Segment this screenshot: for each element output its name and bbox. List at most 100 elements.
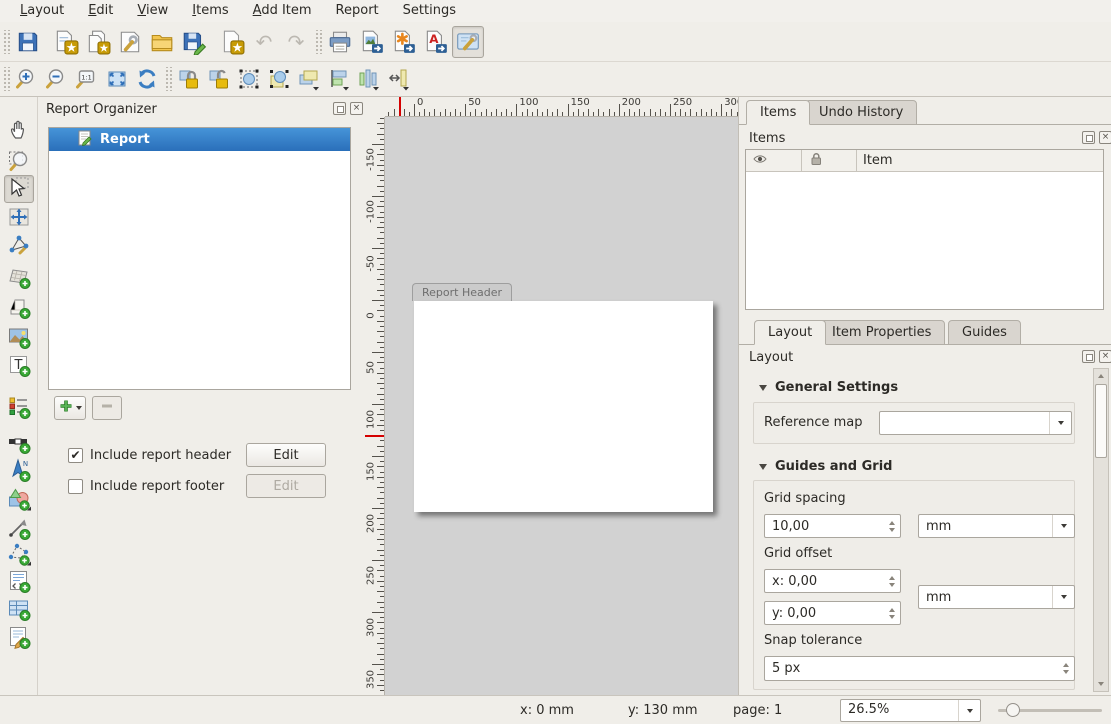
tab-guides[interactable]: Guides [948,320,1021,345]
tab-item-properties[interactable]: Item Properties [818,320,945,345]
grid-spacing-spinbox[interactable]: 10,00 [764,514,901,538]
ruler-tick [377,154,384,155]
print-button[interactable] [324,26,356,58]
reference-map-combo[interactable] [879,411,1072,435]
close-panel-button[interactable]: × [1099,131,1111,144]
spin-buttons[interactable] [884,602,900,624]
add-arrow-button[interactable] [4,516,34,544]
toolbar-grip[interactable] [164,67,172,91]
add-label-button[interactable]: T [4,353,34,381]
float-panel-button[interactable] [333,102,346,115]
include-report-header-checkbox[interactable]: ✔ [68,448,83,463]
menu-edit[interactable]: Edit [76,1,125,21]
remove-section-button[interactable] [92,396,122,420]
ruler-tick [380,347,384,348]
add-node-item-button[interactable] [4,542,34,570]
menu-layout[interactable]: Layout [8,1,76,21]
lock-items-button[interactable] [174,65,204,93]
close-panel-button[interactable]: × [1099,350,1111,363]
include-report-footer-checkbox[interactable] [68,479,83,494]
zoom-slider[interactable] [998,709,1102,712]
export-pdf-button[interactable]: A [420,26,452,58]
select-move-item-button[interactable] [4,175,34,203]
report-page[interactable] [414,301,713,512]
report-settings-button[interactable] [452,26,484,58]
zoom-in-button[interactable] [12,65,42,93]
tab-layout[interactable]: Layout [754,320,826,345]
guides-and-grid-header[interactable]: Guides and Grid [759,459,892,474]
grid-offset-x-spinbox[interactable]: x: 0,00 [764,569,901,593]
layout-panel-scrollbar[interactable] [1093,368,1109,692]
edit-nodes-item-button[interactable] [4,233,34,261]
save-as-template-button[interactable] [178,26,210,58]
zoom-full-button[interactable] [102,65,132,93]
grid-offset-y-spinbox[interactable]: y: 0,00 [764,601,901,625]
resize-items-button[interactable] [384,65,414,93]
add-attribute-table-button[interactable] [4,597,34,625]
add-shape-button[interactable] [4,487,34,515]
edit-footer-button[interactable]: Edit [246,474,326,498]
move-item-content-button[interactable] [4,205,34,233]
redo-button[interactable]: ↷ [280,26,312,58]
distribute-items-button[interactable] [354,65,384,93]
scroll-up-arrow[interactable] [1094,369,1108,383]
report-tree[interactable]: Report [48,127,351,390]
float-panel-button[interactable] [1082,350,1095,363]
add-map-button[interactable] [4,265,34,293]
new-page-button[interactable] [216,26,248,58]
snap-tolerance-spinbox[interactable]: 5 px [764,656,1075,681]
export-image-button[interactable] [356,26,388,58]
add-legend-button[interactable] [4,395,34,423]
zoom-slider-handle[interactable] [1006,703,1020,717]
save-project-button[interactable] [12,26,44,58]
raise-items-button[interactable] [294,65,324,93]
add-picture-button[interactable] [4,325,34,353]
float-panel-button[interactable] [1082,131,1095,144]
spin-buttons[interactable] [884,515,900,537]
zoom-out-button[interactable] [42,65,72,93]
group-items-button[interactable] [234,65,264,93]
layout-canvas[interactable]: Report Header [385,117,738,695]
unlock-items-button[interactable] [204,65,234,93]
close-panel-button[interactable]: × [350,102,363,115]
tab-items[interactable]: Items [746,100,810,125]
layout-manager-button[interactable] [114,26,146,58]
add-north-arrow-button[interactable]: N [4,458,34,486]
add-fixed-table-button[interactable] [4,625,34,653]
export-svg-button[interactable] [388,26,420,58]
report-tree-item[interactable]: Report [49,128,350,151]
add-3d-map-button[interactable] [4,295,34,323]
zoom-actual-button[interactable]: 1:1 [72,65,102,93]
scrollbar-thumb[interactable] [1095,384,1107,458]
grid-spacing-unit-combo[interactable]: mm [918,514,1075,538]
spin-buttons[interactable] [1058,657,1074,680]
menu-report[interactable]: Report [324,1,391,21]
menu-add-item[interactable]: Add Item [241,1,324,21]
scroll-down-arrow[interactable] [1094,677,1108,691]
open-template-button[interactable] [146,26,178,58]
zoom-tool-button[interactable] [4,148,34,176]
menu-items[interactable]: Items [180,1,240,21]
zoom-level-combo[interactable]: 26.5% [840,699,981,722]
grid-offset-unit-combo[interactable]: mm [918,585,1075,609]
toolbar-grip[interactable] [314,30,322,54]
toolbar-grip[interactable] [2,30,10,54]
new-report-button[interactable] [50,26,82,58]
undo-button[interactable]: ↶ [248,26,280,58]
add-section-button[interactable] [54,396,86,420]
toolbar-grip[interactable] [2,67,10,91]
ungroup-items-button[interactable] [264,65,294,93]
tab-undo-history[interactable]: Undo History [805,100,917,125]
align-items-button[interactable] [324,65,354,93]
pan-tool-button[interactable] [4,117,34,145]
add-scalebar-button[interactable] [4,430,34,458]
edit-header-button[interactable]: Edit [246,443,326,467]
duplicate-layout-button[interactable] [82,26,114,58]
add-html-button[interactable] [4,569,34,597]
spin-buttons[interactable] [884,570,900,592]
refresh-button[interactable] [132,65,162,93]
menu-view[interactable]: View [125,1,180,21]
menu-settings[interactable]: Settings [391,1,468,21]
general-settings-header[interactable]: General Settings [759,380,898,395]
items-list[interactable]: Item [745,149,1104,310]
